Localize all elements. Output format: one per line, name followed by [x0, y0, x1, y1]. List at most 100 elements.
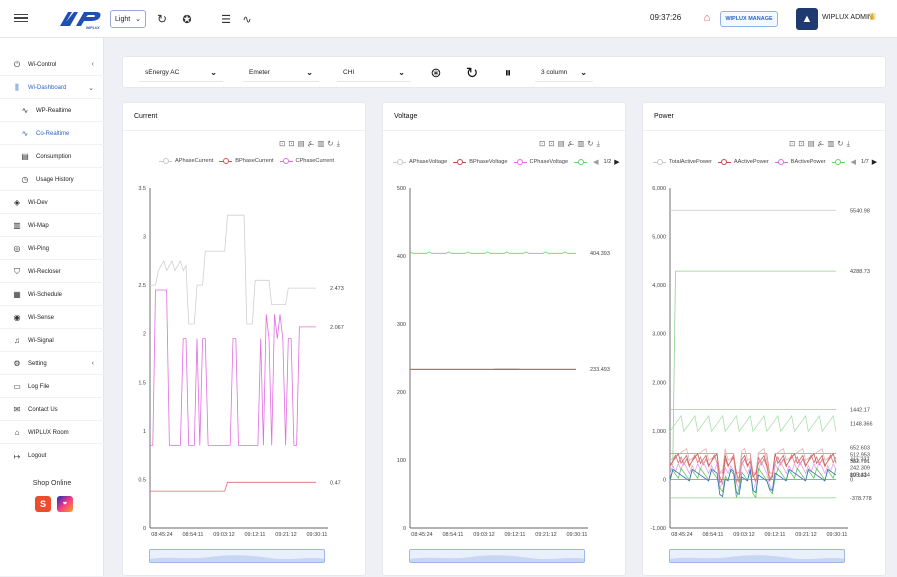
sidebar-item-label: Setting — [28, 360, 47, 367]
home-icon: ⌂ — [14, 428, 20, 437]
theme-select[interactable]: Light ⌄ — [110, 10, 146, 28]
y-tick-label: -1,000 — [650, 526, 666, 532]
pulse-icon: ∿ — [21, 129, 29, 138]
menu-icon[interactable] — [14, 12, 28, 24]
sidebar-item-log-file[interactable]: ▭ Log File — [0, 376, 104, 398]
wiplux-manage-button[interactable]: WIPLUX MANAGE — [720, 11, 778, 27]
sidebar-item-label: Wi-Ping — [28, 245, 50, 252]
y-tick-label: 1.5 — [138, 380, 146, 386]
x-tick-label: 09:12:11 — [244, 532, 265, 538]
sliders-icon[interactable]: ☰ — [219, 12, 233, 26]
sidebar-item-wi-recloser[interactable]: ⛉ Wi-Recloser — [0, 261, 104, 283]
sidebar-item-wi-map[interactable]: ▥ Wi-Map — [0, 215, 104, 237]
sidebar-item-wi-ping[interactable]: ◎ Wi-Ping — [0, 238, 104, 260]
badge-icon[interactable]: ✪ — [180, 12, 194, 26]
sidebar-item-label: Usage History — [36, 176, 74, 183]
folder-icon: ▭ — [13, 382, 21, 391]
device-select[interactable]: sEnergy AC ⌄ — [139, 64, 223, 82]
y-tick-label: 3,000 — [652, 332, 666, 338]
sidebar-item-co-realtime[interactable]: ∿ Co-Realtime — [0, 123, 104, 145]
sidebar-item-wi-dev[interactable]: ◈ Wi-Dev — [0, 192, 104, 214]
power-end-label: 1442.17 — [850, 407, 870, 413]
sidebar: ⏻ Wi-Control ‹ ⫼ Wi-Dashboard ⌄ ∿ WP-Realtime… — [0, 38, 104, 576]
avatar[interactable]: ▲ — [796, 8, 818, 30]
voltage-panel: Voltage ⊡⊡▤⍼▥↻⤓ APhaseVoltage BPhaseVolt… — [382, 102, 626, 576]
filter-bar: sEnergy AC ⌄ Emeter ⌄ CHI ⌄ ⊛ ↻ ⏸ 3 column ⌄ — [122, 56, 886, 88]
x-tick-label: 09:03:12 — [473, 532, 494, 538]
theme-value: Light — [115, 15, 131, 23]
power-series-line — [669, 414, 837, 433]
x-tick-label: 08:45:24 — [411, 532, 432, 538]
y-tick-label: 1,000 — [652, 429, 666, 435]
sidebar-item-wi-sense[interactable]: ◉ Wi-Sense — [0, 307, 104, 329]
power-end-label: 382.791 — [850, 459, 870, 465]
y-tick-label: 3.5 — [138, 186, 146, 192]
sidebar-item-wp-realtime[interactable]: ∿ WP-Realtime — [0, 100, 104, 122]
sidebar-item-wi-dashboard[interactable]: ⫼ Wi-Dashboard ⌄ — [0, 77, 104, 99]
a-phase-end-label: 2.473 — [330, 286, 344, 292]
pause-icon[interactable]: ⏸ — [499, 64, 517, 82]
chevron-down-icon: ⌄ — [135, 16, 141, 23]
site-select[interactable]: CHI ⌄ — [337, 64, 411, 82]
zoom-preview-area — [670, 555, 846, 564]
notification-icon[interactable]: ⌂ — [700, 10, 714, 26]
current-panel: Current ⊡⊡▤⍼▥↻⤓ APhaseCurrent BPhaseCurr… — [122, 102, 366, 576]
top-bar: WIPLUX Light ⌄ ↻ ✪ ☰ ∿ 09:37:26 ⌂ WIPLUX… — [0, 0, 897, 38]
lazada-icon[interactable]: ❤ — [57, 496, 73, 512]
power-end-label: 4288.73 — [850, 269, 870, 275]
shopee-icon[interactable]: S — [35, 496, 51, 512]
zoom-preview — [670, 555, 846, 564]
bell-icon: ♫ — [14, 336, 20, 345]
svg-text:WIPLUX: WIPLUX — [86, 26, 100, 30]
x-tick-label: 09:30:11 — [826, 532, 847, 538]
power-end-label: 5540.98 — [850, 208, 870, 214]
a-phase-voltage-end-label: 233.493 — [590, 367, 610, 373]
c-phase-current-line — [150, 289, 316, 446]
current-chart: 0 0.5 1 1.5 2 2.5 3 3.5 08:45:24 08:54:11 09:03:12… — [138, 186, 344, 538]
sidebar-item-label: Wi-Dashboard — [28, 84, 67, 91]
refresh-icon[interactable]: ↻ — [463, 64, 481, 82]
zoom-slider[interactable] — [149, 549, 326, 564]
calendar-icon: ▦ — [13, 290, 21, 299]
meter-value: Emeter — [249, 69, 270, 76]
x-tick-label: 09:21:12 — [795, 532, 816, 538]
power-end-label: 242.309 — [850, 466, 870, 472]
x-tick-label: 09:30:11 — [566, 532, 587, 538]
zoom-preview — [150, 555, 326, 564]
power-end-label: 652.603 — [850, 446, 870, 452]
pulse-icon[interactable]: ∿ — [240, 12, 254, 26]
speed-icon[interactable]: ⊛ — [427, 64, 445, 82]
sidebar-item-contact-us[interactable]: ✉ Contact Us — [0, 399, 104, 421]
sidebar-item-logout[interactable]: ↦ Logout — [0, 445, 104, 467]
sidebar-item-wiplux-room[interactable]: ⌂ WIPLUX Room — [0, 422, 104, 444]
zoom-slider[interactable] — [669, 549, 846, 564]
y-tick-label: 0 — [143, 526, 146, 532]
chevron-down-icon: ⌄ — [580, 68, 587, 77]
chevron-left-icon: ‹ — [91, 360, 94, 367]
b-phase-current-line — [150, 481, 316, 492]
refresh-icon[interactable]: ↻ — [155, 12, 169, 26]
power-end-label: 0 — [850, 477, 853, 483]
mail-icon: ✉ — [13, 405, 21, 414]
user-name[interactable]: WIPLUX ADMIN — [822, 14, 873, 21]
y-tick-label: 500 — [397, 186, 406, 192]
sidebar-item-wi-schedule[interactable]: ▦ Wi-Schedule — [0, 284, 104, 306]
shield-icon: ⛉ — [14, 266, 20, 276]
sidebar-item-usage-history[interactable]: ◷ Usage History — [0, 169, 104, 191]
power-series-line — [670, 270, 836, 466]
device-value: sEnergy AC — [145, 69, 180, 76]
sidebar-item-consumption[interactable]: ▤ Consumption — [0, 146, 104, 168]
y-tick-label: 1 — [143, 429, 146, 435]
meter-select[interactable]: Emeter ⌄ — [243, 64, 319, 82]
y-tick-label: 3 — [143, 235, 146, 241]
sidebar-item-setting[interactable]: ⚙ Setting ‹ — [0, 353, 104, 375]
y-tick-label: 400 — [397, 254, 406, 260]
sidebar-item-wi-control[interactable]: ⏻ Wi-Control ‹ — [0, 54, 104, 76]
sidebar-item-wi-signal[interactable]: ♫ Wi-Signal — [0, 330, 104, 352]
sidebar-item-label: WIPLUX Room — [28, 429, 69, 436]
zoom-slider[interactable] — [409, 549, 586, 564]
x-tick-label: 09:30:11 — [306, 532, 327, 538]
zoom-preview-area — [150, 555, 326, 564]
column-select[interactable]: 3 column ⌄ — [535, 64, 593, 82]
chevron-down-icon: ⌄ — [398, 68, 405, 77]
